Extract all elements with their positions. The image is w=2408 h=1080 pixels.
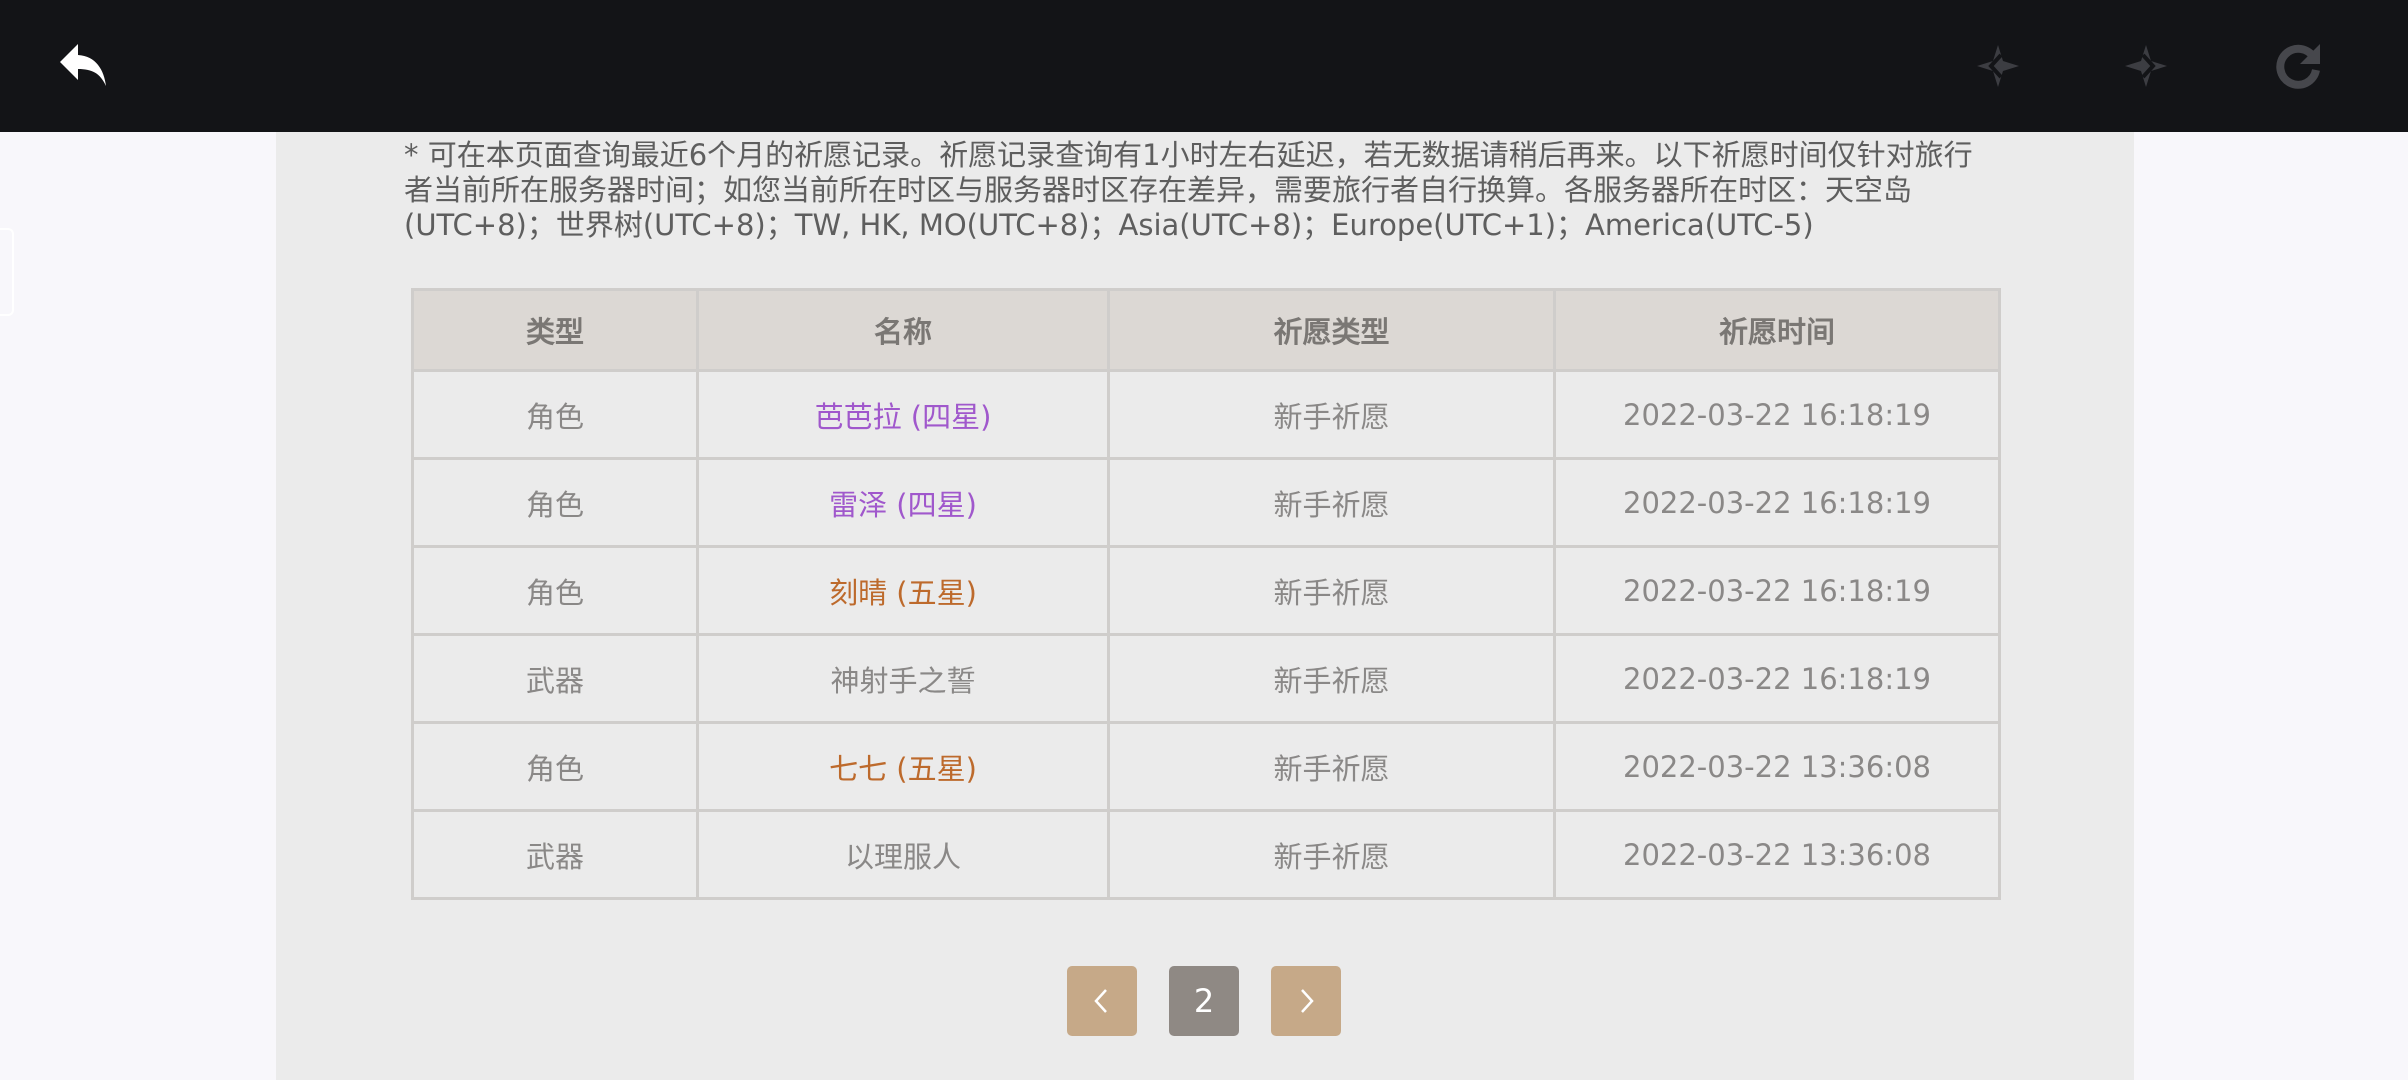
cell-wish-type: 新手祈愿: [1107, 545, 1556, 636]
table-row: 角色 刻晴 (五星) 新手祈愿 2022-03-22 16:18:19: [411, 545, 2001, 636]
cell-wish-type: 新手祈愿: [1107, 457, 1556, 548]
cell-time: 2022-03-22 16:18:19: [1553, 457, 2001, 548]
cell-type: 角色: [411, 721, 699, 812]
header-name: 名称: [696, 288, 1110, 372]
wish-records-table: 类型 名称 祈愿类型 祈愿时间 角色 芭芭拉 (四星) 新手祈愿 2022-03…: [411, 288, 2001, 900]
current-page-button[interactable]: 2: [1169, 966, 1239, 1036]
nav-back-button[interactable]: [1962, 30, 2034, 102]
top-toolbar: [0, 0, 2408, 132]
table-row: 武器 神射手之誓 新手祈愿 2022-03-22 16:18:19: [411, 633, 2001, 724]
header-type: 类型: [411, 288, 699, 372]
chevron-right-icon: [1301, 989, 1314, 1013]
cell-name: 神射手之誓: [696, 633, 1110, 724]
diamond-back-icon: [1977, 45, 2019, 87]
next-page-button[interactable]: [1271, 966, 1341, 1036]
back-arrow-icon: [60, 44, 106, 86]
header-wish-type: 祈愿类型: [1107, 288, 1556, 372]
cell-type: 角色: [411, 369, 699, 460]
wish-history-panel: * 可在本页面查询最近6个月的祈愿记录。祈愿记录查询有1小时左右延迟，若无数据请…: [276, 132, 2134, 1080]
side-drawer-handle[interactable]: [0, 228, 14, 316]
cell-type: 武器: [411, 809, 699, 900]
back-button[interactable]: [48, 30, 120, 102]
prev-page-button[interactable]: [1067, 966, 1137, 1036]
chevron-left-icon: [1094, 989, 1107, 1013]
cell-wish-type: 新手祈愿: [1107, 809, 1556, 900]
cell-time: 2022-03-22 13:36:08: [1553, 809, 2001, 900]
cell-type: 武器: [411, 633, 699, 724]
cell-wish-type: 新手祈愿: [1107, 633, 1556, 724]
cell-time: 2022-03-22 16:18:19: [1553, 369, 2001, 460]
cell-time: 2022-03-22 13:36:08: [1553, 721, 2001, 812]
cell-wish-type: 新手祈愿: [1107, 721, 1556, 812]
table-row: 角色 雷泽 (四星) 新手祈愿 2022-03-22 16:18:19: [411, 457, 2001, 548]
cell-type: 角色: [411, 457, 699, 548]
table-header-row: 类型 名称 祈愿类型 祈愿时间: [411, 288, 2001, 372]
table-row: 角色 七七 (五星) 新手祈愿 2022-03-22 13:36:08: [411, 721, 2001, 812]
cell-time: 2022-03-22 16:18:19: [1553, 633, 2001, 724]
notice-text: * 可在本页面查询最近6个月的祈愿记录。祈愿记录查询有1小时左右延迟，若无数据请…: [404, 138, 1973, 242]
cell-wish-type: 新手祈愿: [1107, 369, 1556, 460]
cell-time: 2022-03-22 16:18:19: [1553, 545, 2001, 636]
cell-name: 以理服人: [696, 809, 1110, 900]
refresh-icon: [2276, 44, 2320, 89]
cell-name: 刻晴 (五星): [696, 545, 1110, 636]
cell-name: 七七 (五星): [696, 721, 1110, 812]
table-row: 角色 芭芭拉 (四星) 新手祈愿 2022-03-22 16:18:19: [411, 369, 2001, 460]
cell-name: 雷泽 (四星): [696, 457, 1110, 548]
table-row: 武器 以理服人 新手祈愿 2022-03-22 13:36:08: [411, 809, 2001, 900]
cell-name: 芭芭拉 (四星): [696, 369, 1110, 460]
refresh-button[interactable]: [2262, 30, 2334, 102]
cell-type: 角色: [411, 545, 699, 636]
diamond-forward-icon: [2125, 45, 2167, 87]
nav-forward-button[interactable]: [2110, 30, 2182, 102]
header-wish-time: 祈愿时间: [1553, 288, 2001, 372]
